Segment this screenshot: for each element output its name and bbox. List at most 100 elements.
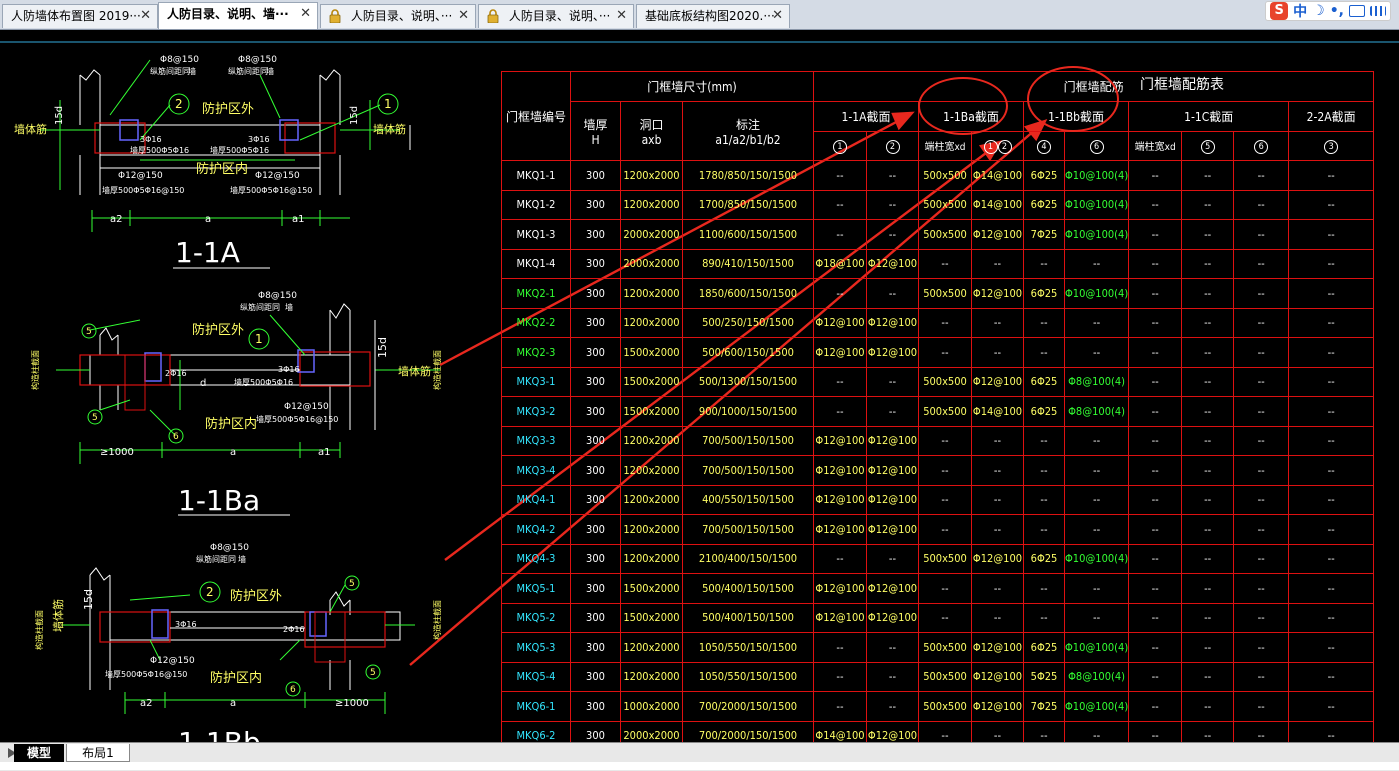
rebar-mid-label: Φ12@150: [150, 656, 195, 666]
dim-15d: 15d: [349, 106, 360, 125]
cell-2-2A-3: --: [1288, 632, 1375, 663]
cell-dims: 500/600/150/1500: [682, 337, 814, 368]
header-dims-symbol: a1/a2/b1/b2: [715, 132, 781, 147]
cell-1-1Bb-6: --: [1063, 573, 1130, 604]
cell-1-1C-col: --: [1128, 484, 1183, 515]
tab-model[interactable]: 模型: [14, 744, 64, 762]
header-section-1-1C: 1-1C截面: [1128, 101, 1290, 132]
column-section-note: 构造柱截面: [432, 350, 442, 390]
cell-dims: 1700/850/150/1500: [682, 189, 814, 220]
cell-1-1A-2: --: [866, 543, 919, 574]
cell-1-1A-2: Φ12@100: [866, 425, 919, 456]
cell-dims: 500/400/150/1500: [682, 573, 814, 604]
cell-1-1C-6: --: [1233, 396, 1290, 427]
cell-2-2A-3: --: [1288, 366, 1375, 397]
tab-layout1[interactable]: 布局1: [66, 744, 130, 762]
cell-1-1Ba-col: --: [918, 307, 972, 338]
cell-1-1Ba-12: Φ12@100: [971, 219, 1024, 250]
table-row: MKQ1-2 300 1200x2000 1700/850/150/1500 -- -- 5…: [501, 189, 1375, 220]
cell-1-1Ba-12: Φ14@100: [971, 189, 1024, 220]
close-icon[interactable]: ✕: [140, 5, 151, 27]
tab-civil-defense-index-locked-2[interactable]: 人防目录、说明、··· ✕: [478, 4, 634, 28]
cell-opening: 1200x2000: [620, 278, 683, 309]
tab-foundation-slab[interactable]: 基础底板结构图2020.··· ✕: [636, 4, 790, 28]
table-row: MKQ1-1 300 1200x2000 1780/850/150/1500 -- -- 5…: [501, 160, 1375, 191]
cell-1-1C-col: --: [1128, 337, 1183, 368]
rebar-mid-label: Φ12@150: [255, 171, 300, 181]
cell-1-1A-1: Φ12@100: [813, 337, 867, 368]
cell-2-2A-3: --: [1288, 307, 1375, 338]
cell-1-1C-6: --: [1233, 160, 1290, 191]
cell-1-1C-col: --: [1128, 219, 1183, 250]
cell-1-1Ba-12: Φ14@100: [971, 396, 1024, 427]
tab-civil-defense-index-active[interactable]: 人防目录、说明、墙··· ✕: [158, 2, 318, 29]
cell-1-1C-col: --: [1128, 514, 1183, 545]
close-icon[interactable]: ✕: [772, 5, 783, 27]
circle-marker: 4: [1037, 139, 1051, 154]
header-size-group: 门框墙尺寸(mm): [570, 71, 814, 102]
cell-1-1C-6: --: [1233, 514, 1290, 545]
ime-language-toggle[interactable]: 中: [1293, 1, 1307, 21]
cell-1-1C-6: --: [1233, 455, 1290, 486]
cell-1-1Ba-col: --: [918, 425, 972, 456]
sogou-logo-icon[interactable]: S: [1270, 2, 1289, 20]
cell-2-2A-3: --: [1288, 455, 1375, 486]
cell-1-1A-2: Φ12@100: [866, 602, 919, 633]
header-col-width-1C: 端柱宽xd: [1128, 130, 1183, 161]
row-id: MKQ6-1: [501, 691, 571, 722]
cell-2-2A-3: --: [1288, 661, 1375, 692]
cell-opening: 1500x2000: [620, 602, 683, 633]
tab-wall-layout[interactable]: 人防墙体布置图 2019··· ✕: [2, 4, 158, 28]
cell-1-1C-6: --: [1233, 278, 1290, 309]
cell-thickness: 300: [570, 278, 621, 309]
cell-opening: 1200x2000: [620, 160, 683, 191]
moon-icon[interactable]: ☽: [1312, 3, 1325, 19]
table-row: MKQ2-2 300 1200x2000 500/250/150/1500 Φ12@10…: [501, 307, 1375, 338]
bar-count: 3Φ16: [140, 135, 162, 144]
keyboard-icon[interactable]: [1349, 5, 1365, 17]
toolbox-icon[interactable]: [1370, 6, 1386, 16]
ime-toolbar[interactable]: S 中 ☽ •,: [1265, 1, 1391, 21]
cell-1-1A-2: --: [866, 189, 919, 220]
bar-bottom-label: 墙厚500Φ5Φ16@150: [102, 185, 184, 195]
cell-thickness: 300: [570, 514, 621, 545]
tab-civil-defense-index-locked-1[interactable]: 人防目录、说明、··· ✕: [320, 4, 476, 28]
door-frame-rebar-table: 门框墙编号 门框墙尺寸(mm) 门框墙配筋 墙厚 H 洞口 axb 标注 a1/a2/…: [501, 71, 1375, 751]
cell-1-1C-col: --: [1128, 573, 1183, 604]
cell-1-1A-2: Φ12@100: [866, 573, 919, 604]
punctuation-icon[interactable]: •,: [1330, 3, 1344, 19]
close-icon[interactable]: ✕: [616, 5, 627, 27]
dim-a: a: [230, 447, 236, 458]
cell-1-1Bb-4: --: [1023, 602, 1065, 633]
cell-1-1C-col: --: [1128, 396, 1183, 427]
cell-thickness: 300: [570, 219, 621, 250]
cell-2-2A-3: --: [1288, 602, 1375, 633]
cell-opening: 1500x2000: [620, 396, 683, 427]
close-icon[interactable]: ✕: [458, 5, 469, 27]
cell-1-1C-6: --: [1233, 307, 1290, 338]
header-mark-5: 5: [1181, 130, 1235, 161]
header-thickness-symbol: H: [591, 132, 600, 147]
circle-label: 5: [370, 668, 376, 678]
cell-1-1Ba-12: --: [971, 307, 1024, 338]
cell-1-1A-2: Φ12@100: [866, 337, 919, 368]
cell-1-1C-5: --: [1181, 661, 1235, 692]
cell-thickness: 300: [570, 396, 621, 427]
cell-1-1Ba-12: --: [971, 248, 1024, 279]
table-row: MKQ2-1 300 1200x2000 1850/600/150/1500 -- -- 5…: [501, 278, 1375, 309]
circle-label: 5: [86, 327, 92, 337]
cell-opening: 1500x2000: [620, 573, 683, 604]
tab-label: 人防墙体布置图 2019···: [11, 9, 141, 23]
cell-1-1C-5: --: [1181, 484, 1235, 515]
cell-1-1Ba-col: 500x500: [918, 278, 972, 309]
cell-2-2A-3: --: [1288, 337, 1375, 368]
cell-1-1Ba-12: --: [971, 573, 1024, 604]
cell-1-1C-5: --: [1181, 366, 1235, 397]
row-id: MKQ1-3: [501, 219, 571, 250]
cell-1-1Ba-12: --: [971, 425, 1024, 456]
close-icon[interactable]: ✕: [300, 3, 311, 25]
bar-length: 墙厚500Φ5Φ16: [234, 377, 293, 387]
cell-1-1Bb-4: --: [1023, 307, 1065, 338]
tab-label: 人防目录、说明、墙···: [167, 7, 289, 21]
cell-1-1A-2: Φ12@100: [866, 484, 919, 515]
